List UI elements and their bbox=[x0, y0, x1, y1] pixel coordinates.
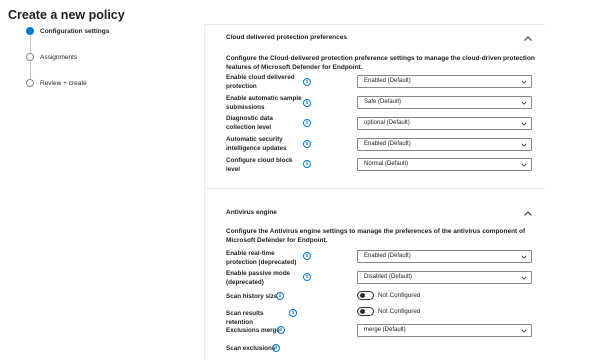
chevron-down-icon bbox=[521, 79, 527, 85]
info-icon[interactable]: i bbox=[272, 344, 280, 352]
section-separator bbox=[205, 188, 545, 198]
realtime-protection-dropdown[interactable]: Enabled (Default) bbox=[357, 250, 532, 263]
section-title: Antivirus engine bbox=[226, 209, 277, 216]
chevron-up-icon[interactable] bbox=[523, 31, 533, 41]
chevron-down-icon bbox=[521, 142, 527, 148]
info-icon[interactable]: i bbox=[303, 160, 311, 168]
security-updates-dropdown[interactable]: Enabled (Default) bbox=[357, 138, 532, 151]
wizard-steps: Configuration settings Assignments Revie… bbox=[0, 0, 200, 360]
setting-label: Configure cloud block level bbox=[226, 157, 293, 173]
dropdown-value: Disabled (Default) bbox=[364, 274, 413, 280]
info-icon[interactable]: i bbox=[303, 140, 311, 148]
setting-label: Enable passive mode (deprecated) bbox=[226, 270, 291, 286]
chevron-down-icon bbox=[521, 254, 527, 260]
cloud-protection-dropdown[interactable]: Enabled (Default) bbox=[357, 75, 532, 88]
setting-label: Enable automatic sample submissions bbox=[226, 95, 302, 111]
dropdown-value: Safe (Default) bbox=[364, 99, 402, 105]
chevron-down-icon bbox=[521, 328, 527, 334]
toggle-knob bbox=[359, 309, 365, 314]
exclusions-merge-dropdown[interactable]: merge (Default) bbox=[357, 324, 532, 337]
cloud-block-level-dropdown[interactable]: Normal (Default) bbox=[357, 158, 532, 171]
wizard-step-label: Assignments bbox=[40, 53, 78, 61]
info-icon[interactable]: i bbox=[277, 326, 285, 334]
section-description: Configure the Cloud-delivered protection… bbox=[226, 55, 535, 71]
wizard-step-assignments[interactable]: Assignments bbox=[26, 53, 77, 61]
passive-mode-dropdown[interactable]: Disabled (Default) bbox=[357, 271, 532, 284]
wizard-step-review-create[interactable]: Review + create bbox=[26, 79, 87, 87]
setting-label: Enable cloud delivered protection bbox=[226, 74, 295, 90]
scan-history-toggle[interactable] bbox=[357, 291, 374, 300]
chevron-down-icon bbox=[521, 162, 527, 168]
step-connector bbox=[29, 62, 31, 79]
dropdown-value: optional (Default) bbox=[364, 120, 410, 126]
toggle-state-label: Not Configured bbox=[378, 308, 421, 315]
dropdown-value: merge (Default) bbox=[364, 327, 406, 333]
toggle-state-label: Not Configured bbox=[378, 292, 421, 299]
info-icon[interactable]: i bbox=[303, 99, 311, 107]
setting-label: Diagnostic data collection level bbox=[226, 115, 273, 131]
chevron-down-icon bbox=[521, 121, 527, 127]
info-icon[interactable]: i bbox=[303, 119, 311, 127]
scan-retention-toggle[interactable] bbox=[357, 307, 374, 316]
dropdown-value: Enabled (Default) bbox=[364, 78, 411, 84]
setting-label: Scan exclusions bbox=[226, 345, 276, 352]
info-icon[interactable]: i bbox=[303, 78, 311, 86]
setting-label: Automatic security intelligence updates bbox=[226, 136, 287, 152]
info-icon[interactable]: i bbox=[276, 292, 284, 300]
setting-label: Scan results retention bbox=[226, 310, 264, 326]
dropdown-value: Enabled (Default) bbox=[364, 253, 411, 259]
step-active-indicator-icon bbox=[26, 27, 34, 35]
antivirus-engine-section: Antivirus engine Configure the Antivirus… bbox=[205, 200, 545, 360]
section-header[interactable]: Antivirus engine bbox=[205, 200, 545, 224]
info-icon[interactable]: i bbox=[303, 252, 311, 260]
chevron-up-icon[interactable] bbox=[523, 206, 533, 216]
cloud-protection-section: Cloud delivered protection preferences C… bbox=[205, 24, 545, 184]
sample-submission-dropdown[interactable]: Safe (Default) bbox=[357, 96, 532, 109]
step-pending-indicator-icon bbox=[26, 53, 34, 61]
section-header[interactable]: Cloud delivered protection preferences bbox=[205, 24, 545, 48]
toggle-knob bbox=[359, 293, 365, 298]
info-icon[interactable]: i bbox=[303, 273, 311, 281]
setting-label: Enable real-time protection (deprecated) bbox=[226, 250, 297, 266]
info-icon[interactable]: i bbox=[289, 309, 297, 317]
dropdown-value: Normal (Default) bbox=[364, 161, 409, 167]
section-description: Configure the Antivirus engine settings … bbox=[226, 228, 526, 244]
diagnostic-level-dropdown[interactable]: optional (Default) bbox=[357, 117, 532, 130]
chevron-down-icon bbox=[521, 100, 527, 106]
section-title: Cloud delivered protection preferences bbox=[226, 34, 348, 41]
step-pending-indicator-icon bbox=[26, 79, 34, 87]
wizard-step-label: Configuration settings bbox=[40, 27, 110, 35]
chevron-down-icon bbox=[521, 275, 527, 281]
dropdown-value: Enabled (Default) bbox=[364, 141, 411, 147]
step-connector bbox=[29, 36, 31, 53]
wizard-step-configuration-settings[interactable]: Configuration settings bbox=[26, 27, 109, 35]
wizard-step-label: Review + create bbox=[40, 79, 87, 87]
